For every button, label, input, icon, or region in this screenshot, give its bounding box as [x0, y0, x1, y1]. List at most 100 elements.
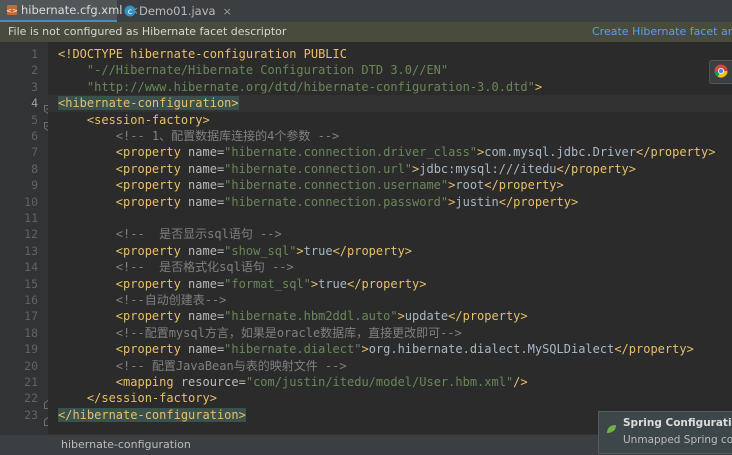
code-token: name= — [188, 309, 225, 324]
close-icon[interactable]: × — [223, 5, 232, 18]
line-number: 6 — [31, 129, 38, 143]
code-token: <property — [115, 342, 189, 357]
code-token: > — [296, 243, 304, 258]
code-token: "com/justin/itedu/model/User.hbm.xml" — [245, 375, 514, 389]
code-line[interactable]: <property name="hibernate.connection.pas… — [58, 194, 578, 210]
line-number: 1 — [31, 47, 38, 61]
create-facet-link[interactable]: Create Hibernate facet and add — [592, 22, 732, 42]
code-token: "hibernate.connection.url" — [224, 161, 413, 176]
editor-tab-bar: <> hibernate.cfg.xml × c Demo01.java × — [0, 0, 732, 23]
code-token: </hibernate-configuration> — [58, 407, 246, 422]
code-token: name= — [188, 342, 225, 357]
code-line[interactable]: <hibernate-configuration> — [58, 95, 239, 111]
line-number: 8 — [31, 161, 38, 176]
code-token: <property — [115, 178, 189, 193]
xml-file-icon: <> — [6, 4, 18, 16]
code-token: </property> — [484, 178, 564, 193]
svg-text:c: c — [128, 7, 132, 16]
line-number: 9 — [31, 178, 38, 193]
notification-body: Unmapped Spring confi — [623, 434, 732, 446]
code-token: org.hibernate.dialect.MySQLDialect — [368, 342, 615, 357]
code-line[interactable]: <property name="format_sql">true</proper… — [58, 276, 427, 292]
line-number: 3 — [31, 79, 38, 94]
line-number: 20 — [24, 358, 38, 373]
code-token: name= — [188, 243, 225, 258]
code-line[interactable]: <!-- 是否格式化sql语句 --> — [58, 259, 294, 275]
code-line[interactable]: <session-factory> — [58, 112, 210, 128]
code-line[interactable]: <property name="hibernate.dialect">org.h… — [58, 341, 694, 357]
line-number: 14 — [24, 260, 38, 275]
spring-leaf-icon — [606, 419, 617, 433]
code-token: "hibernate.connection.driver_class" — [224, 145, 478, 160]
code-line[interactable]: "http://www.hibernate.org/dtd/hibernate-… — [58, 79, 542, 95]
code-line[interactable]: <mapping resource="com/justin/itedu/mode… — [58, 374, 528, 390]
breadcrumb[interactable]: hibernate-configuration — [61, 435, 191, 455]
notification-title: Spring Configuration C — [623, 417, 732, 429]
code-token: /> — [513, 375, 528, 389]
code-token: <mapping — [115, 375, 181, 389]
code-line[interactable]: <!--配置mysql方言，如果是oracle数据库，直接更改即可--> — [58, 325, 462, 341]
code-token: <property — [115, 194, 189, 209]
line-number: 17 — [24, 309, 38, 324]
code-line[interactable]: <property name="hibernate.connection.dri… — [58, 144, 716, 160]
tab-demo01-java[interactable]: c Demo01.java × — [118, 0, 232, 22]
code-token: "-//Hibernate/Hibernate Configuration DT… — [58, 63, 449, 78]
code-line[interactable]: <!DOCTYPE hibernate-configuration PUBLIC — [58, 46, 347, 62]
line-number: 21 — [24, 375, 38, 389]
code-token: "format_sql" — [224, 276, 311, 291]
tab-hibernate-cfg-xml[interactable]: <> hibernate.cfg.xml × — [0, 0, 139, 22]
code-token: root — [455, 178, 485, 193]
line-number: 19 — [24, 342, 38, 357]
code-token: "show_sql" — [224, 243, 297, 258]
code-token: <!--配置mysql方言，如果是oracle数据库，直接更改即可--> — [58, 325, 462, 340]
code-line[interactable]: <property name="hibernate.connection.use… — [58, 177, 564, 193]
code-token: name= — [188, 194, 225, 209]
line-number-gutter[interactable]: 1 2 3 4 5 6 7 8 9 10 11 12 13 14 15 16 17 18 19 20 21 22 23 — [0, 42, 52, 434]
code-token: name= — [188, 276, 225, 291]
code-line[interactable]: </hibernate-configuration> — [58, 407, 246, 423]
code-token: resource= — [180, 375, 246, 389]
line-number: 2 — [31, 63, 38, 78]
code-line[interactable]: <!-- 是否显示sql语句 --> — [58, 226, 282, 242]
spring-config-notification[interactable]: Spring Configuration C Unmapped Spring c… — [598, 411, 732, 454]
code-line[interactable]: <!-- 配置JavaBean与表的映射文件 --> — [58, 358, 347, 374]
line-number: 5 — [31, 112, 38, 127]
line-number: 10 — [24, 194, 38, 209]
code-token: <!--自动创建表--> — [58, 293, 227, 307]
java-class-icon: c — [124, 5, 136, 17]
code-token: update — [404, 309, 449, 324]
code-token: <property — [115, 145, 189, 160]
code-token: </property> — [498, 194, 579, 209]
code-line[interactable]: <!-- 1、配置数据库连接的4个参数 --> — [58, 128, 339, 144]
line-number: 7 — [31, 145, 38, 160]
code-line[interactable]: <property name="hibernate.hbm2ddl.auto">… — [58, 308, 528, 324]
code-token: <!-- 配置JavaBean与表的映射文件 --> — [58, 358, 347, 373]
code-token: > — [534, 79, 543, 94]
code-token: <property — [115, 161, 189, 176]
code-line[interactable]: <property name="show_sql">true</property… — [58, 243, 412, 259]
code-line[interactable]: </session-factory> — [58, 390, 217, 406]
code-token: <session-factory> — [86, 112, 210, 127]
code-line[interactable]: <property name="hibernate.connection.url… — [58, 161, 636, 177]
svg-text:<>: <> — [6, 7, 18, 15]
code-token: </property> — [448, 309, 528, 324]
code-token: <!-- 是否显示sql语句 --> — [58, 227, 282, 242]
code-token: <property — [115, 276, 189, 291]
line-number: 11 — [24, 211, 38, 225]
code-editor[interactable]: <!DOCTYPE hibernate-configuration PUBLIC… — [48, 42, 732, 434]
code-token: <property — [115, 243, 189, 258]
code-token: justin — [455, 194, 499, 209]
code-line[interactable]: <!--自动创建表--> — [58, 292, 227, 308]
line-number: 12 — [24, 227, 38, 242]
code-token: <hibernate-configuration> — [58, 96, 239, 111]
code-line[interactable]: "-//Hibernate/Hibernate Configuration DT… — [58, 62, 448, 78]
code-token: name= — [188, 178, 225, 193]
open-in-chrome-button[interactable] — [709, 60, 732, 84]
code-token: "hibernate.hbm2ddl.auto" — [224, 309, 398, 324]
